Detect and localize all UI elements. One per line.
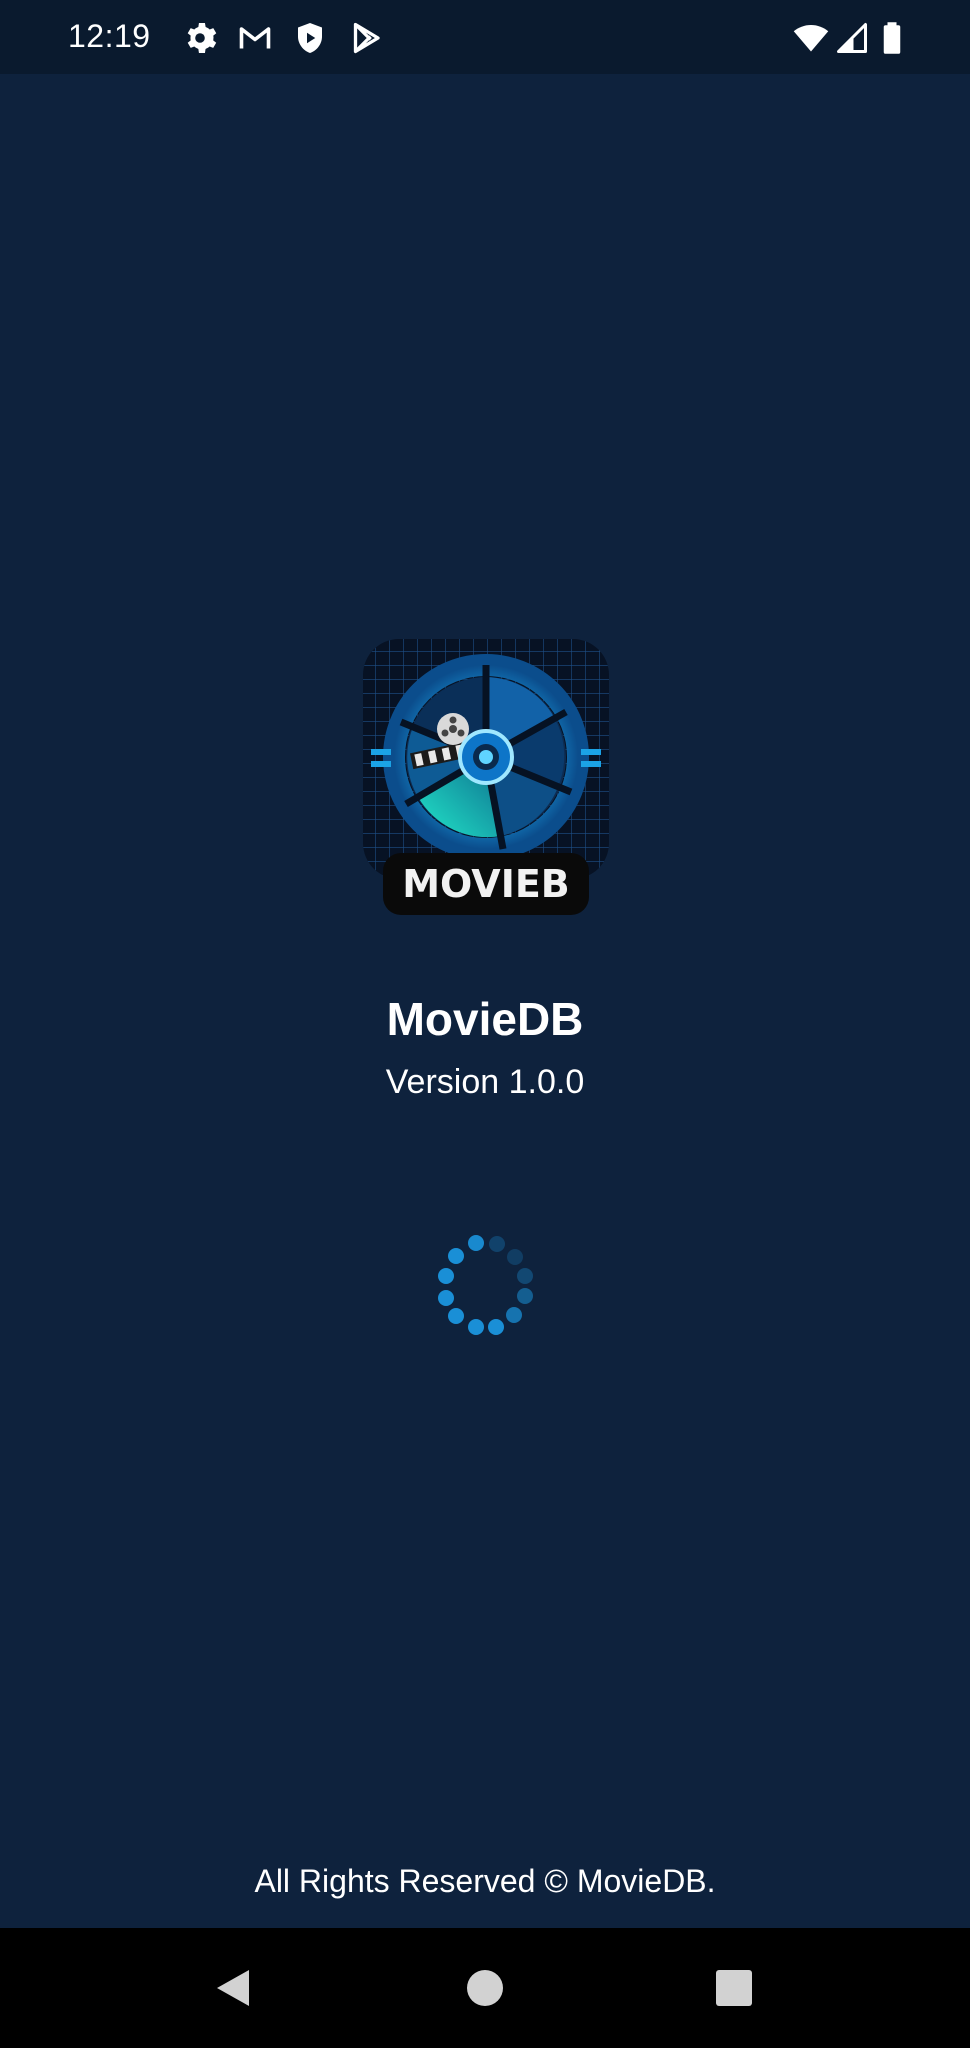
logo-wordmark: MOVIEB — [402, 862, 570, 906]
splash-screen: 12:19 MOVIEB MovieDB Version 1.0.0 All R… — [0, 0, 970, 2048]
copyright-footer: All Rights Reserved © MovieDB. — [254, 1863, 716, 1899]
status-time: 12:19 — [68, 18, 151, 54]
back-icon — [213, 1966, 253, 2010]
loading-spinner — [431, 1231, 541, 1341]
navigation-bar — [0, 1928, 970, 2048]
back-button[interactable] — [203, 1958, 263, 2018]
signal-icon — [834, 20, 870, 56]
app-name: MovieDB — [386, 993, 584, 1045]
status-bar: 12:19 — [0, 0, 970, 74]
home-icon — [465, 1968, 505, 2008]
app-logo: MOVIEB — [361, 637, 611, 919]
recents-button[interactable] — [704, 1958, 764, 2018]
app-version: Version 1.0.0 — [385, 1063, 585, 1101]
recents-icon — [715, 1969, 753, 2007]
gmail-icon — [237, 20, 273, 56]
shield-icon — [292, 20, 328, 56]
settings-icon — [182, 20, 218, 56]
play-store-icon — [348, 20, 384, 56]
wifi-icon — [792, 20, 830, 56]
home-button[interactable] — [455, 1958, 515, 2018]
battery-icon — [874, 20, 910, 56]
